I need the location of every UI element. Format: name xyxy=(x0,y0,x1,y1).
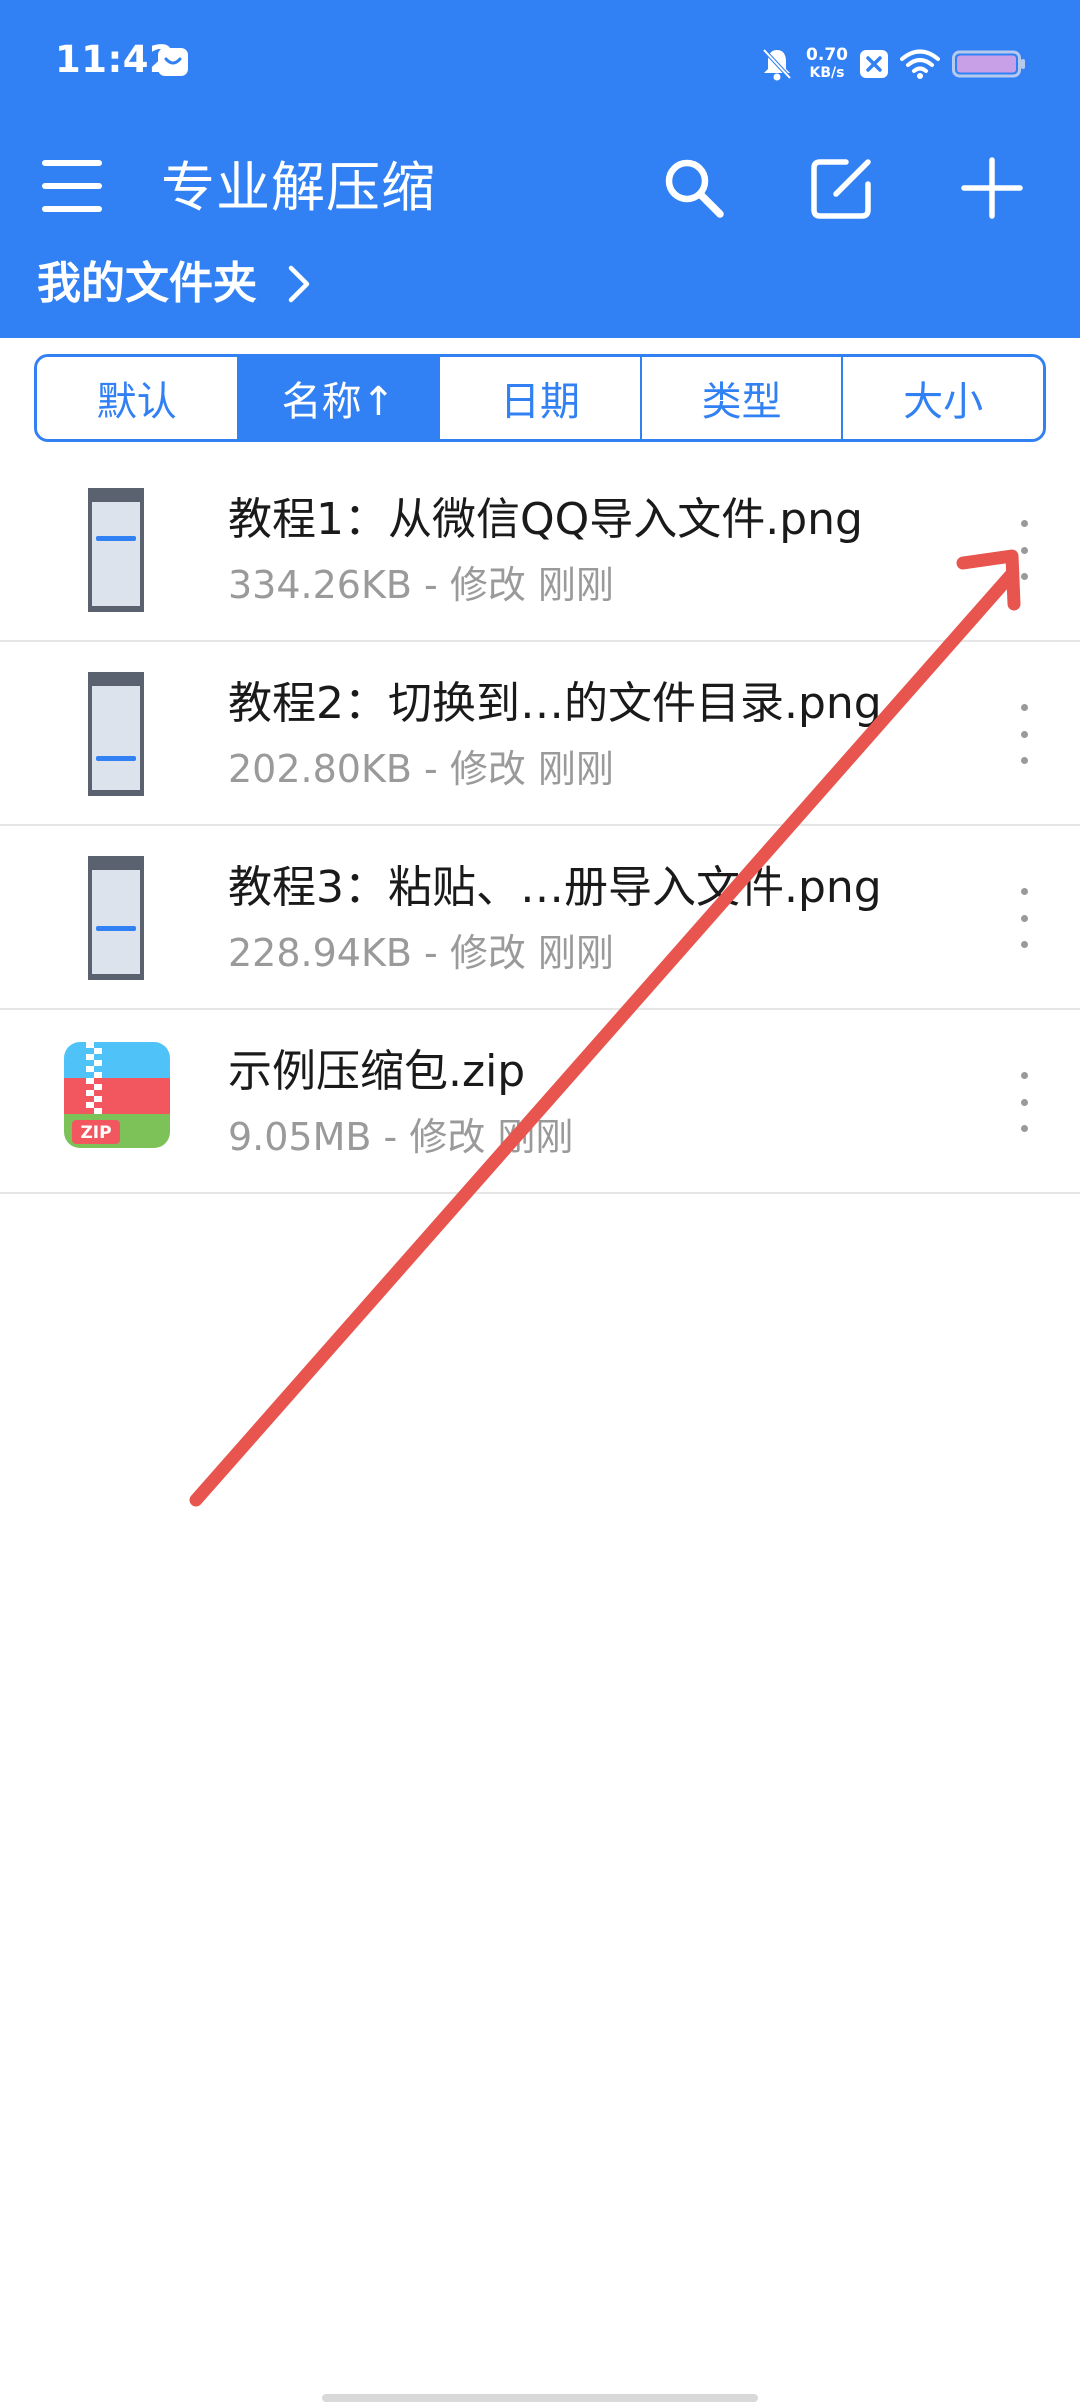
battery-icon xyxy=(952,50,1025,78)
home-indicator[interactable] xyxy=(322,2394,758,2402)
zip-badge-label: ZIP xyxy=(80,1123,111,1143)
sort-tab-size[interactable]: 大小 xyxy=(843,357,1043,439)
app-header: 11:42 0.70 KB/s 专业解压缩 我的文件夹 xyxy=(0,0,1080,338)
sort-tab-default[interactable]: 默认 xyxy=(37,357,239,439)
app-bar: 专业解压缩 xyxy=(0,138,1080,238)
file-name: 教程2：切换到…的文件目录.png xyxy=(228,678,882,729)
bell-mute-icon xyxy=(762,48,792,81)
file-meta: 334.26KB - 修改 刚刚 xyxy=(228,563,614,607)
net-speed-unit: KB/s xyxy=(809,65,845,81)
thumbnail-screen xyxy=(92,686,140,790)
image-thumbnail xyxy=(88,488,144,612)
wifi-icon xyxy=(900,49,940,79)
file-name: 教程1：从微信QQ导入文件.png xyxy=(228,494,863,545)
more-options-icon[interactable] xyxy=(1006,1072,1042,1132)
thumbnail-screen xyxy=(92,870,140,974)
thumbnail-bar xyxy=(96,756,136,761)
add-icon[interactable] xyxy=(958,154,1026,222)
chevron-right-icon xyxy=(288,265,310,303)
app-title: 专业解压缩 xyxy=(161,156,436,219)
edit-icon[interactable] xyxy=(808,154,876,222)
status-icons: 0.70 KB/s xyxy=(760,42,1026,86)
sort-tab-name[interactable]: 名称↑ xyxy=(238,357,441,439)
file-meta: 228.94KB - 修改 刚刚 xyxy=(228,931,614,975)
image-thumbnail xyxy=(88,672,144,796)
close-app-icon xyxy=(860,50,888,78)
sort-segmented-control: 默认 名称↑ 日期 类型 大小 xyxy=(34,354,1046,442)
file-meta: 202.80KB - 修改 刚刚 xyxy=(228,747,614,791)
more-options-icon[interactable] xyxy=(1006,520,1042,580)
sort-tab-type[interactable]: 类型 xyxy=(641,357,844,439)
breadcrumb[interactable]: 我的文件夹 xyxy=(37,252,311,316)
image-thumbnail xyxy=(88,856,144,980)
more-options-icon[interactable] xyxy=(1006,888,1042,948)
thumbnail-bar xyxy=(96,536,136,541)
breadcrumb-label: 我的文件夹 xyxy=(37,258,257,309)
net-speed-value: 0.70 xyxy=(806,45,848,65)
thumbnail-bar xyxy=(96,926,136,931)
menu-icon[interactable] xyxy=(40,154,104,218)
message-icon xyxy=(158,48,188,76)
file-meta: 9.05MB - 修改 刚刚 xyxy=(228,1115,574,1159)
file-name: 教程3：粘贴、…册导入文件.png xyxy=(228,862,882,913)
zip-archive-icon: ZIP xyxy=(64,1042,170,1148)
net-speed: 0.70 KB/s xyxy=(806,46,848,82)
more-options-icon[interactable] xyxy=(1006,704,1042,764)
file-row[interactable]: 教程3：粘贴、…册导入文件.png 228.94KB - 修改 刚刚 xyxy=(0,826,1080,1010)
file-name: 示例压缩包.zip xyxy=(228,1046,526,1097)
file-row[interactable]: 教程2：切换到…的文件目录.png 202.80KB - 修改 刚刚 xyxy=(0,642,1080,826)
status-bar: 11:42 0.70 KB/s xyxy=(0,0,1080,128)
search-icon[interactable] xyxy=(660,154,728,222)
file-list: 教程1：从微信QQ导入文件.png 334.26KB - 修改 刚刚 教程2：切… xyxy=(0,458,1080,1194)
sort-tab-date[interactable]: 日期 xyxy=(440,357,642,439)
file-row[interactable]: 教程1：从微信QQ导入文件.png 334.26KB - 修改 刚刚 xyxy=(0,458,1080,642)
thumbnail-screen xyxy=(92,502,140,606)
file-row[interactable]: ZIP 示例压缩包.zip 9.05MB - 修改 刚刚 xyxy=(0,1010,1080,1194)
